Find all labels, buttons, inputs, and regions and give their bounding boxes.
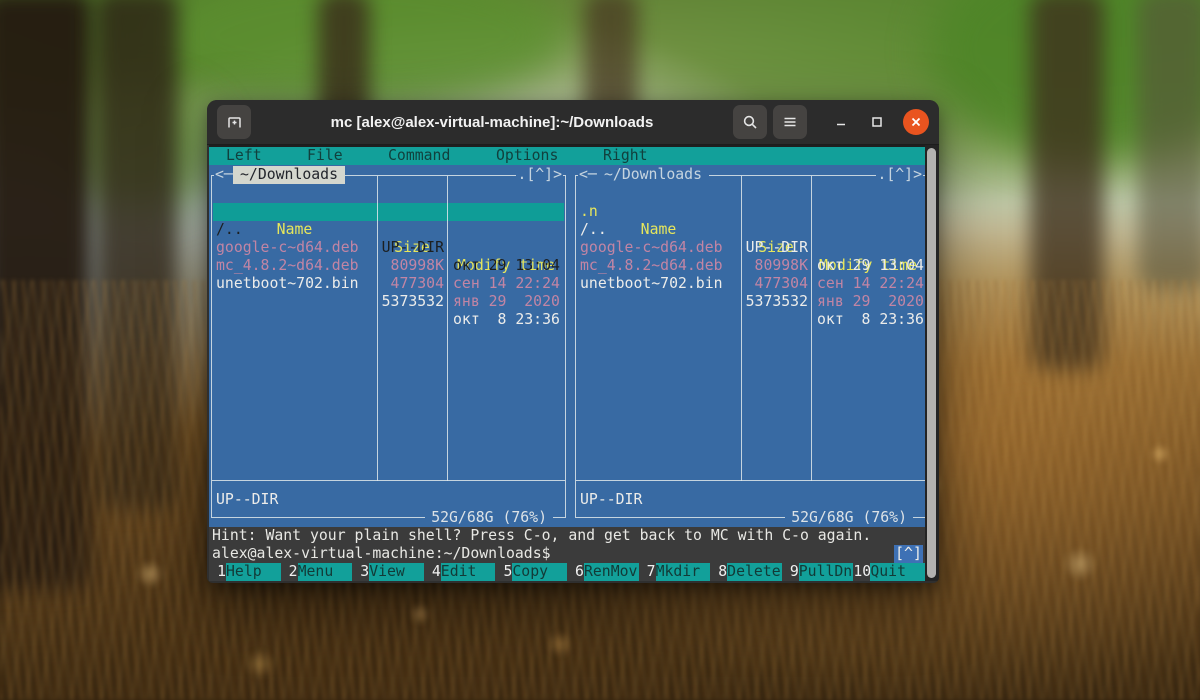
fkey-label: View (369, 563, 424, 581)
fkey-pulldn-button[interactable]: 9 PullDn (782, 563, 854, 581)
mc-menubar: Left File Command Options Right (209, 147, 925, 165)
file-row[interactable]: unetboot~702.bin 5373532 окт 8 23:36 (577, 257, 924, 328)
fkey-quit-button[interactable]: 10 Quit (853, 563, 925, 581)
panel-left-column-headers: .n Name Size Modify time (212, 185, 565, 274)
panel-right-column-headers: .n Name Size Modify time (576, 185, 925, 274)
search-button[interactable] (733, 105, 767, 139)
terminal-window: mc [alex@alex-virtual-machine]:~/Downloa… (207, 100, 939, 583)
menu-item-file[interactable]: File (307, 147, 343, 165)
panel-right-path[interactable]: ~/Downloads (597, 166, 709, 184)
fkey-label: Mkdir (655, 563, 711, 581)
history-indicator: [^] (894, 545, 923, 563)
fkey-number: 7 (646, 563, 656, 580)
file-size: 477304 (754, 275, 808, 292)
menu-button[interactable] (773, 105, 807, 139)
fkey-copy-button[interactable]: 5 Copy (495, 563, 567, 581)
maximize-icon (870, 115, 884, 129)
file-name: unetboot~702.bin (216, 275, 359, 292)
fkey-number: 6 (575, 563, 584, 580)
column-separator (811, 176, 812, 481)
menu-item-right[interactable]: Right (603, 147, 648, 165)
search-icon (742, 114, 759, 131)
maximize-button[interactable] (865, 110, 889, 134)
file-mtime: окт 8 23:36 (453, 311, 560, 328)
function-key-bar: 1Help 2Menu 3View 4Edit 5Copy 6RenMov 7M… (209, 563, 925, 581)
file-row-updir[interactable]: /.. UP--DIR окт 29 13:04 (577, 203, 924, 274)
menu-item-left[interactable]: Left (226, 147, 262, 165)
panel-left-nav-controls[interactable]: .[^]> (516, 166, 563, 184)
file-size: 5373532 (381, 293, 444, 310)
fkey-renmov-button[interactable]: 6 RenMov (567, 563, 639, 581)
file-mtime: сен 14 22:24 (453, 275, 560, 292)
panel-right-back-control[interactable]: <─ (578, 166, 598, 184)
new-tab-icon (226, 114, 243, 131)
ministatus-separator (576, 480, 925, 481)
file-size: 5373532 (745, 293, 808, 310)
file-mtime: янв 29 2020 (453, 293, 560, 310)
fkey-number: 8 (718, 563, 728, 580)
file-mtime: окт 8 23:36 (817, 311, 924, 328)
fkey-edit-button[interactable]: 4 Edit (424, 563, 496, 581)
menu-item-options[interactable]: Options (496, 147, 558, 165)
panel-left-path[interactable]: ~/Downloads (233, 166, 345, 184)
fkey-mkdir-button[interactable]: 7 Mkdir (639, 563, 711, 581)
fkey-label: Quit (870, 563, 925, 581)
minimize-icon (834, 115, 848, 129)
fkey-label: Menu (297, 563, 353, 581)
fkey-number: 2 (288, 563, 298, 580)
window-titlebar: mc [alex@alex-virtual-machine]:~/Downloa… (207, 100, 939, 145)
column-separator (741, 176, 742, 481)
file-row[interactable]: google-c~d64.deb 80998K сен 14 22:24 (213, 221, 564, 292)
shell-prompt-text: alex@alex-virtual-machine:~/Downloads$ (212, 545, 551, 562)
scrollbar-track[interactable] (925, 145, 939, 581)
file-size: 477304 (390, 275, 444, 292)
fkey-number: 5 (503, 563, 513, 580)
panel-left-ministatus: UP--DIR (216, 491, 279, 508)
column-separator (447, 176, 448, 481)
new-tab-button[interactable] (217, 105, 251, 139)
scrollbar-thumb[interactable] (927, 148, 936, 578)
panel-left-disk-usage: 52G/68G (76%) (425, 509, 553, 527)
shell-prompt-line[interactable]: alex@alex-virtual-machine:~/Downloads$ [… (209, 545, 925, 563)
fkey-label: RenMov (583, 563, 639, 581)
fkey-number: 9 (789, 563, 799, 580)
minimize-button[interactable] (829, 110, 853, 134)
close-button[interactable] (903, 109, 929, 135)
close-icon (910, 116, 922, 128)
terminal-screen: Left File Command Options Right <─ ~/Dow… (209, 145, 926, 581)
fkey-number: 10 (853, 563, 872, 580)
file-mtime: сен 14 22:24 (817, 275, 924, 292)
file-name: unetboot~702.bin (580, 275, 723, 292)
fkey-delete-button[interactable]: 8 Delete (710, 563, 782, 581)
menu-item-command[interactable]: Command (388, 147, 450, 165)
window-title: mc [alex@alex-virtual-machine]:~/Downloa… (330, 113, 654, 131)
fkey-label: Edit (440, 563, 496, 581)
file-row[interactable]: google-c~d64.deb 80998K сен 14 22:24 (577, 221, 924, 292)
hint-line: Hint: Want your plain shell? Press C-o, … (209, 527, 925, 545)
column-separator (377, 176, 378, 481)
panel-left-back-control[interactable]: <─ (214, 166, 234, 184)
fkey-label: Copy (512, 563, 567, 581)
file-row-updir[interactable]: /.. UP--DIR окт 29 13:04 (213, 203, 564, 274)
fkey-number: 3 (360, 563, 370, 580)
fkey-number: 4 (431, 563, 441, 580)
panel-right-nav-controls[interactable]: .[^]> (876, 166, 923, 184)
file-row[interactable]: mc_4.8.2~d64.deb 477304 янв 29 2020 (577, 239, 924, 310)
file-row[interactable]: unetboot~702.bin 5373532 окт 8 23:36 (213, 257, 564, 328)
ministatus-separator (212, 480, 565, 481)
file-mtime: янв 29 2020 (817, 293, 924, 310)
panel-right: <─ ~/Downloads .[^]> .n Name Size Modify… (575, 166, 926, 527)
tree-trunk (1138, 0, 1200, 290)
panel-right-disk-usage: 52G/68G (76%) (785, 509, 913, 527)
hint-text: Hint: Want your plain shell? Press C-o, … (212, 527, 872, 544)
fkey-view-button[interactable]: 3 View (352, 563, 424, 581)
mc-panels-area: <─ ~/Downloads .[^]> .n Name Size Modify… (209, 165, 926, 527)
panel-right-ministatus: UP--DIR (580, 491, 643, 508)
fkey-label: PullDn (798, 563, 854, 581)
hamburger-icon (782, 114, 798, 130)
panel-left: <─ ~/Downloads .[^]> .n Name Size Modify… (211, 166, 566, 527)
file-row[interactable]: mc_4.8.2~d64.deb 477304 янв 29 2020 (213, 239, 564, 310)
fkey-label: Delete (727, 563, 782, 581)
fkey-menu-button[interactable]: 2 Menu (281, 563, 353, 581)
